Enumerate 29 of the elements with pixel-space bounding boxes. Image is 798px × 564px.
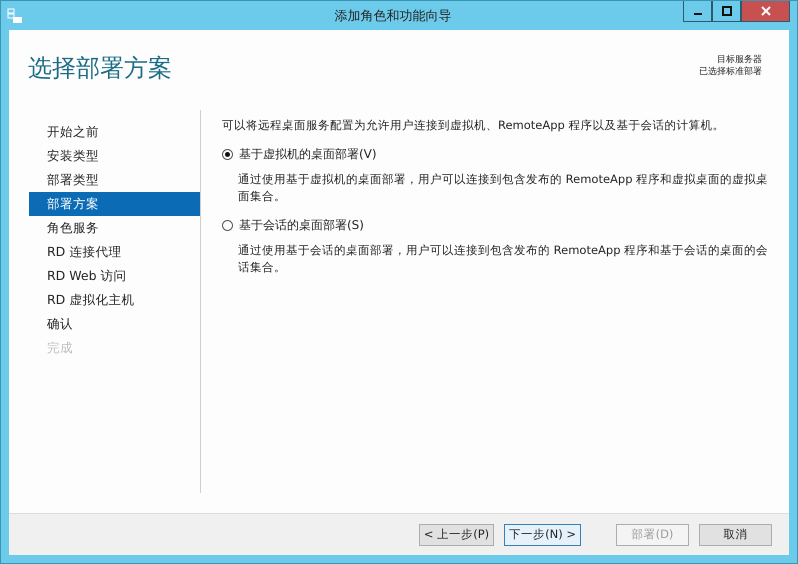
wizard-step[interactable]: RD 连接代理 — [29, 240, 200, 264]
radio-button[interactable] — [222, 220, 233, 231]
wizard-button[interactable]: < 上一步(P) — [418, 524, 494, 546]
target-server-label: 目标服务器 — [717, 54, 762, 66]
close-button[interactable] — [741, 1, 790, 22]
intro-text: 可以将远程桌面服务配置为允许用户连接到虚拟机、RemoteApp 程序以及基于会话的计算机。 — [222, 118, 726, 133]
radio-label[interactable]: 基于虚拟机的桌面部署(V) — [239, 146, 377, 163]
maximize-icon — [722, 6, 732, 16]
target-server-value: 已选择标准部署 — [699, 66, 762, 78]
wizard-step[interactable]: 安装类型 — [29, 144, 200, 168]
wizard-button[interactable]: 下一步(N) > — [504, 524, 581, 546]
radio-button[interactable] — [222, 149, 233, 160]
option-description: 通过使用基于虚拟机的桌面部署，用户可以连接到包含发布的 RemoteApp 程序和虚拟桌面的虚拟桌面集合。 — [238, 171, 770, 205]
wizard-step[interactable]: RD 虚拟化主机 — [29, 288, 200, 312]
minimize-icon — [694, 13, 702, 15]
window-title: 添加角色和功能向导 — [334, 8, 452, 24]
wizard-step[interactable]: 角色服务 — [29, 216, 200, 240]
close-icon — [760, 6, 770, 16]
radio-label[interactable]: 基于会话的桌面部署(S) — [239, 217, 364, 234]
wizard-step[interactable]: RD Web 访问 — [29, 264, 200, 288]
server-manager-icon — [7, 8, 23, 24]
page-title: 选择部署方案 — [28, 53, 172, 84]
minimize-button[interactable] — [683, 1, 712, 22]
option-description: 通过使用基于会话的桌面部署，用户可以连接到包含发布的 RemoteApp 程序和基于会话的桌面的会话集合。 — [238, 242, 770, 276]
wizard-button[interactable]: 取消 — [699, 524, 772, 546]
wizard-step[interactable]: 部署方案 — [29, 192, 200, 216]
wizard-step[interactable]: 部署类型 — [29, 168, 200, 192]
wizard-step[interactable]: 开始之前 — [29, 120, 200, 144]
wizard-step[interactable]: 确认 — [29, 312, 200, 336]
